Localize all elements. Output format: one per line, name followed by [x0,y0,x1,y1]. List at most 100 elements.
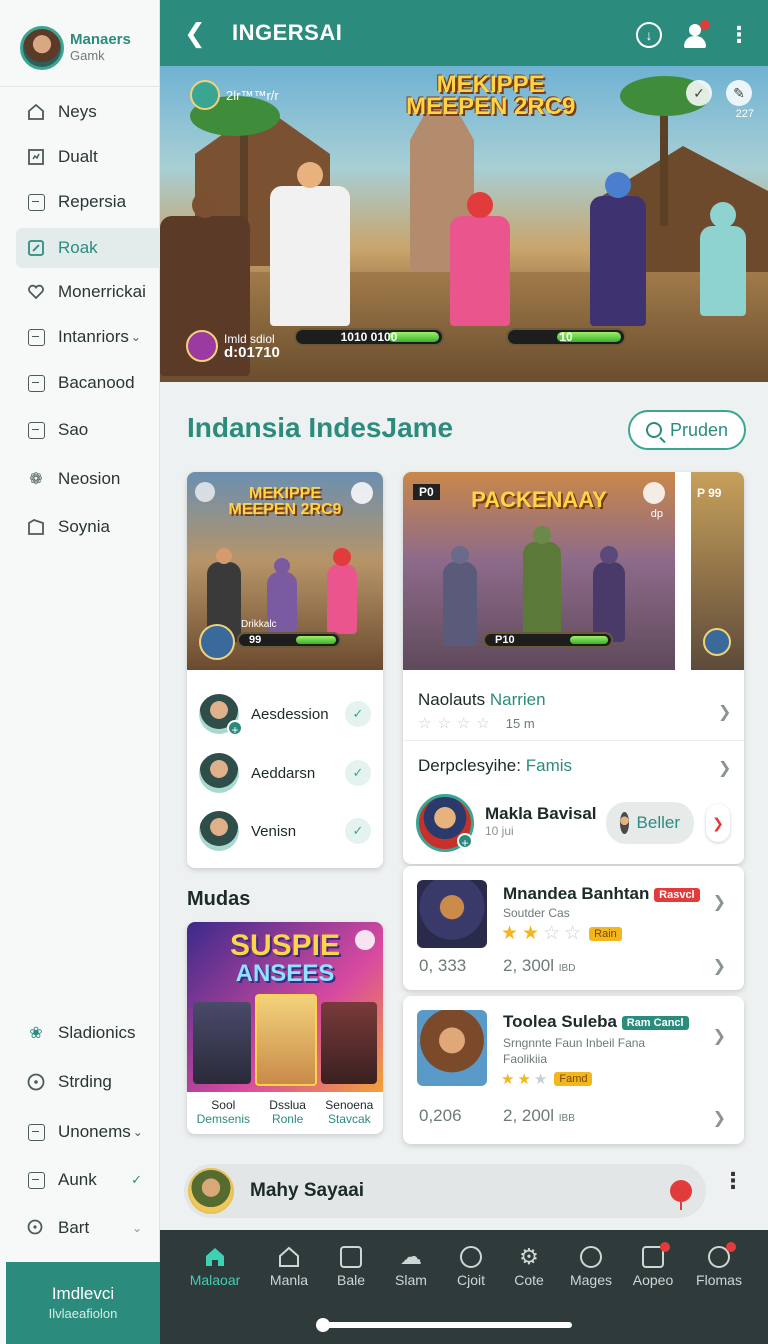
check-icon[interactable]: ✓ [345,701,371,727]
hero-banner[interactable]: MEKIPPE MEEPEN 2RC9 2lr™™r/r ✓ ✎ 227 Iml… [160,66,768,382]
game-thumbnail[interactable]: P 99 [691,472,744,670]
featured-card[interactable]: SUSPIE ANSEES Sool Demsenis Dsslua Ronle S… [187,922,383,1134]
chevron-right-icon[interactable]: ❯ [713,892,726,912]
back-icon[interactable]: ❮ [184,18,224,49]
sidebar-item-monerrickai[interactable]: Monerrickai [16,272,160,312]
item-stat-group: 2, 300l IBD [503,956,575,976]
chevron-right-icon[interactable]: ❯ [713,1026,726,1046]
chevron-down-icon: ⌄ [132,1125,143,1139]
thumbnail-subtitle: Drikkalc [241,619,277,630]
tab-bale[interactable]: Bale [320,1242,382,1288]
sidebar-footer[interactable]: Imdlevci Ilvlaeafiolon [6,1262,160,1344]
sidebar-item-unonems[interactable]: Unonems ⌄ [16,1112,160,1152]
check-icon[interactable]: ✓ [345,760,371,786]
sidebar-item-bart[interactable]: Bart ⌄ [16,1208,160,1248]
tab-cjoit[interactable]: Cjoit [440,1242,502,1288]
chevron-right-icon[interactable]: ❯ [713,956,726,976]
list-icon [26,373,46,393]
sidebar-item-repersia[interactable]: Repersia [16,182,160,222]
now-playing-bar[interactable]: Mahy Sayaai [184,1164,706,1218]
item-tag: Ram Cancl [621,1015,689,1030]
sidebar-item-sladionics[interactable]: ❀ Sladionics [16,1013,160,1053]
add-icon[interactable]: + [457,833,473,850]
tab-aopeo[interactable]: Aopeo [622,1242,684,1288]
game-card[interactable]: MEKIPPE MEEPEN 2RC9 Drikkalc 99 + Aesdes… [187,472,383,868]
sidebar-item-strding[interactable]: Strding [16,1062,160,1102]
home-indicator[interactable] [316,1318,572,1332]
sidebar-item-neys[interactable]: Neys [16,92,160,132]
rating-row: ☆☆☆☆ 15 m [418,714,535,732]
sidebar-item-aunk[interactable]: Aunk ✓ [16,1160,160,1200]
sidebar-item-bacanood[interactable]: Bacanood [16,363,160,403]
game-thumbnail[interactable]: MEKIPPE MEEPEN 2RC9 Drikkalc 99 [187,472,383,670]
list-item[interactable]: Toolea Suleba Ram Cancl Srngnnte Faun In… [403,996,744,1144]
list-item[interactable]: + Aesdession ✓ [199,692,371,737]
download-icon[interactable]: ↓ [636,22,662,48]
chevron-right-icon[interactable]: ❯ [706,804,730,842]
tab-malaoar[interactable]: Malaoar [184,1242,246,1288]
profile-subtitle: Gamk [70,48,105,63]
notification-icon[interactable] [351,482,373,504]
search-icon [645,422,662,438]
chart-icon [26,147,46,167]
timer-icon[interactable] [643,482,665,504]
chevron-right-icon[interactable]: ❯ [718,702,750,722]
featured-label[interactable]: Senoena Stavcak [325,1098,373,1126]
list-item[interactable]: Aeddarsn ✓ [199,751,371,795]
featured-label[interactable]: Sool Demsenis [197,1098,250,1126]
more-icon[interactable]: ⋮ [728,24,750,46]
sidebar-item-neosion[interactable]: ❁ Neosion [16,459,160,499]
heart-icon [26,282,46,302]
tab-flomas[interactable]: Flomas [688,1242,750,1288]
follow-button[interactable]: Beller [606,802,694,844]
detail-row-value: Narrien [489,690,546,709]
list-item[interactable]: Venisn ✓ [199,809,371,853]
item-title-text: Mnandea Banhtan [503,884,650,903]
featured-thumbnail[interactable]: SUSPIE ANSEES [187,922,383,1092]
featured-label[interactable]: Dsslua Ronle [269,1098,306,1126]
sidebar-item-label: Dualt [58,147,98,166]
favorite-icon[interactable] [355,930,375,950]
detail-row[interactable]: Naolauts Narrien [418,690,758,710]
check-icon[interactable]: ✓ [686,80,712,106]
user-notification-icon[interactable] [682,20,710,48]
sidebar-item-dualt[interactable]: Dualt [16,137,160,177]
add-icon[interactable]: + [227,720,243,737]
hero-player-info: Imld sdiol d:01710 [186,330,280,362]
featured-label-bottom: Stavcak [327,1112,371,1126]
sidebar-item-sao[interactable]: Sao [16,410,160,450]
tab-label: Cote [514,1272,544,1288]
sidebar-item-roak[interactable]: Roak [16,228,160,268]
character [327,548,357,634]
featured-labels: Sool Demsenis Dsslua Ronle Senoena Stavcak [187,1098,383,1126]
gear-icon: ❁ [29,471,43,488]
sidebar-item-label: Neosion [58,469,121,488]
sidebar-item-label: Neys [58,102,97,121]
tab-cote[interactable]: ⚙ Cote [498,1242,560,1288]
item-subtitle: Faolikiia [503,1052,548,1066]
character-portrait [255,994,317,1086]
chevron-right-icon[interactable]: ❯ [718,758,750,778]
detail-row[interactable]: Derpclesyihe: Famis [418,756,758,776]
list-item[interactable]: Mnandea Banhtan Rasvcl Soutder Cas ★★☆☆ … [403,866,744,990]
tab-mages[interactable]: Mages [560,1242,622,1288]
game-thumbnail[interactable]: PACKENAAY P0 dp P10 [403,472,675,670]
avatar[interactable]: + [416,794,474,852]
chevron-right-icon[interactable]: ❯ [713,1108,726,1128]
hero-player-text: Imld sdiol d:01710 [224,332,280,360]
edit-icon[interactable]: ✎ [726,80,752,106]
sidebar-item-intanriors[interactable]: Intanriors ⌄ [16,317,160,357]
pin-icon[interactable] [670,1180,692,1210]
profile[interactable]: Manaers Gamk [20,26,131,70]
more-icon[interactable]: ⋮ [722,1170,744,1192]
health-bar-label: 10 [559,330,573,344]
home-outline-icon [258,1242,320,1272]
sidebar-item-soynia[interactable]: Soynia [16,507,160,547]
tab-slam[interactable]: ☁ Slam [380,1242,442,1288]
people-icon [688,1242,750,1272]
check-icon[interactable]: ✓ [345,818,371,844]
search-button[interactable]: Pruden [628,410,746,450]
tab-manla[interactable]: Manla [258,1242,320,1288]
player-badge-icon [186,330,218,362]
link-icon[interactable] [195,482,215,502]
